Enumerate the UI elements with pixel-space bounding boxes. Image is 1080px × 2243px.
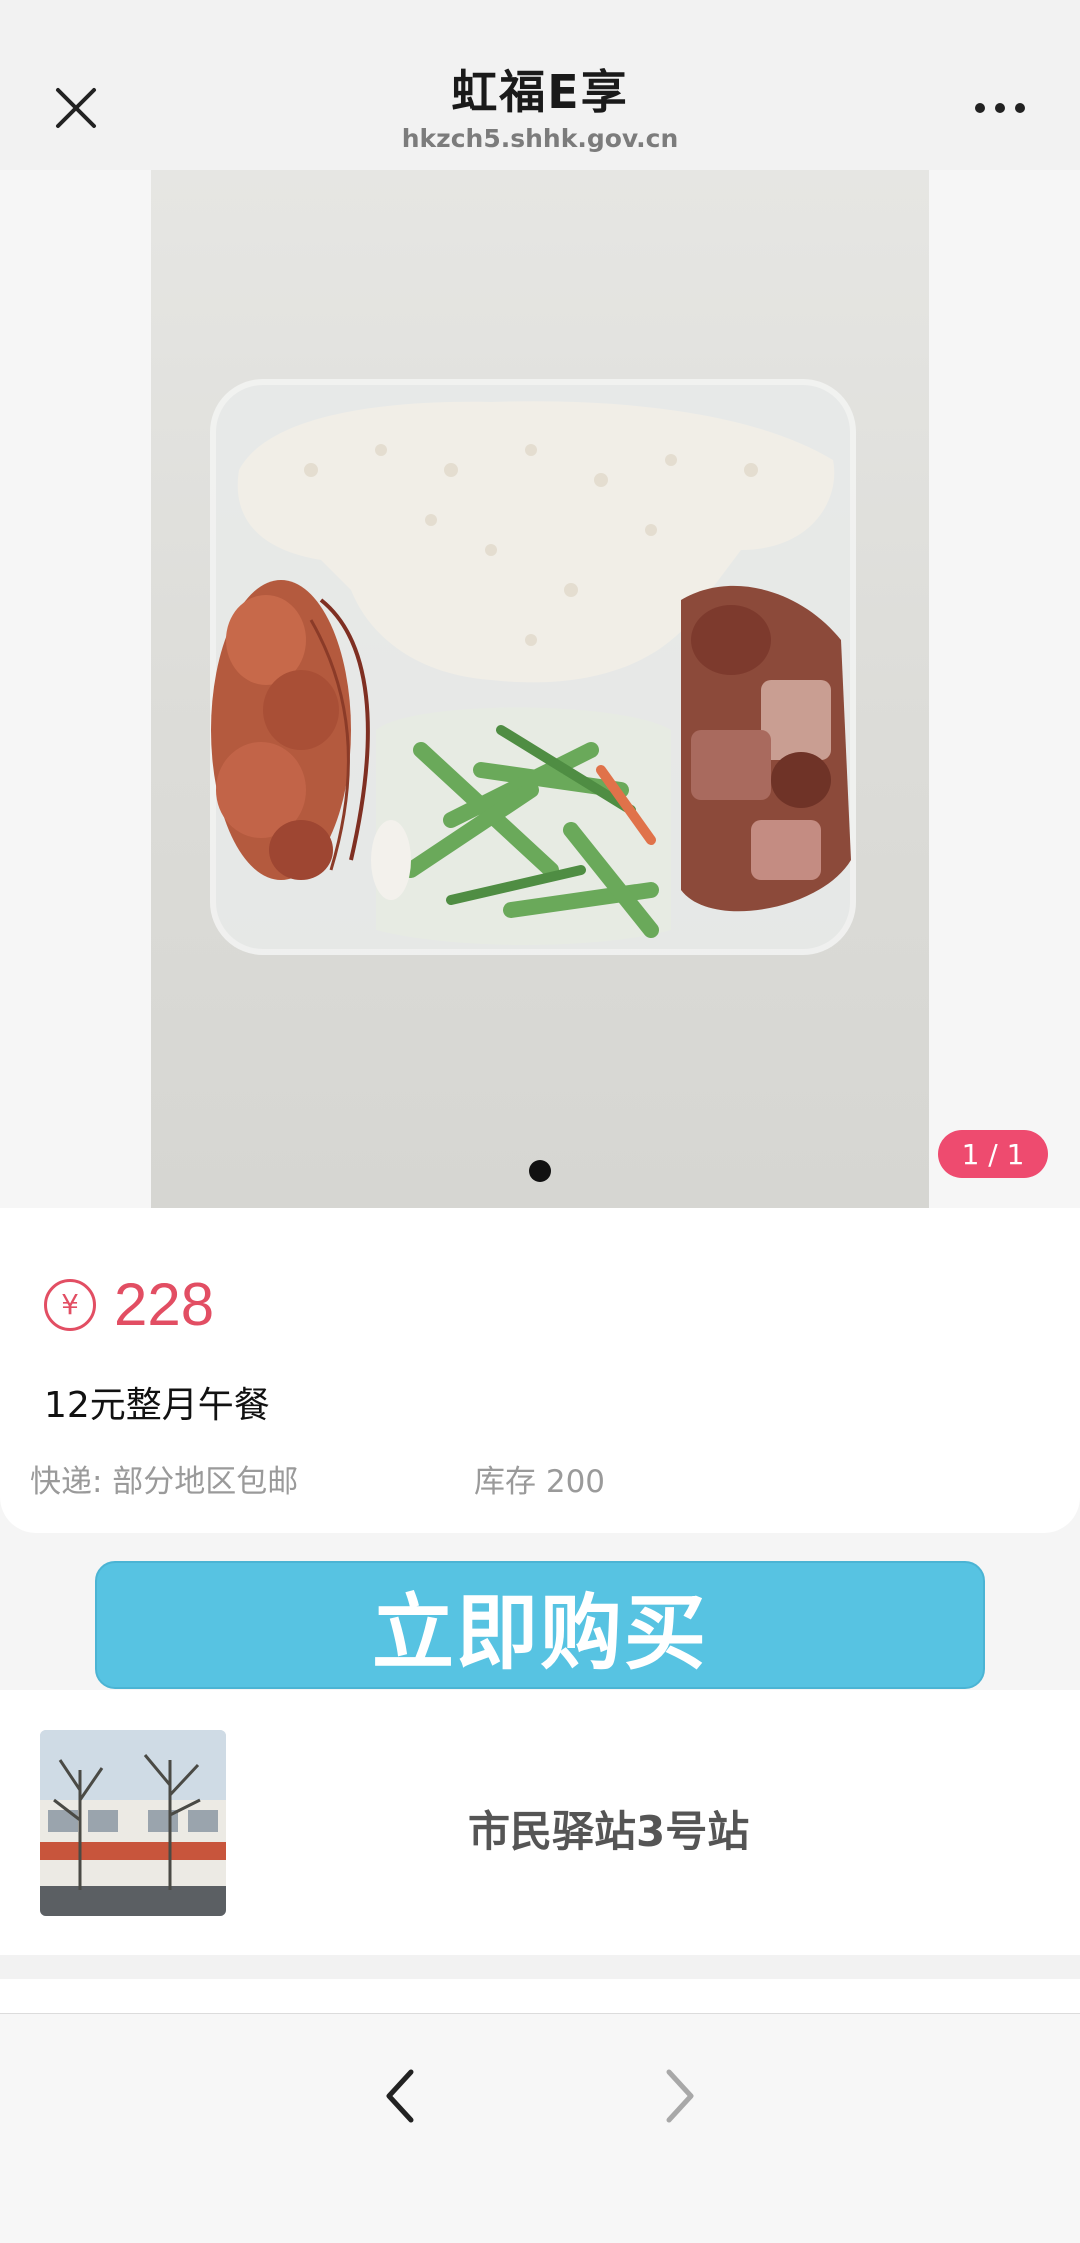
chevron-right-icon [666, 2069, 694, 2123]
product-price: 228 [114, 1271, 215, 1338]
stock-info: 库存 200 [474, 1464, 606, 1500]
section-divider [0, 1955, 1080, 1979]
store-illustration [40, 1730, 226, 1916]
store-name[interactable]: 市民驿站3号站 [468, 1798, 749, 1859]
yen-icon: ¥ [44, 1278, 96, 1331]
page-url: hkzch5.shhk.gov.cn [401, 124, 679, 153]
image-gallery[interactable]: 1 / 1 [0, 170, 1080, 1208]
back-button[interactable] [366, 2056, 436, 2136]
more-icon-dot [995, 103, 1005, 113]
product-image[interactable] [151, 170, 929, 1208]
product-info-card: ¥ 228 12元整月午餐 快递: 部分地区包邮 库存 200 [0, 1208, 1080, 1533]
shipping-info: 快递: 部分地区包邮 [30, 1464, 299, 1500]
page-title: 虹福E享 [451, 65, 629, 119]
store-section[interactable]: 市民驿站3号站 [0, 1690, 1080, 1955]
more-button[interactable] [960, 90, 1040, 126]
section-strip [0, 1979, 1080, 2013]
product-name: 12元整月午餐 [44, 1385, 270, 1426]
more-icon [975, 103, 985, 113]
boxed-lunch-illustration [210, 379, 856, 955]
more-icon-dot [1015, 103, 1025, 113]
browser-bottom-bar [0, 2013, 1080, 2243]
store-photo[interactable] [40, 1730, 226, 1916]
page: 虹福E享 hkzch5.shhk.gov.cn 1 / 1 ¥ 228 12元整… [0, 0, 1080, 2243]
price-row: ¥ 228 [44, 1270, 214, 1339]
image-counter: 1 / 1 [938, 1130, 1048, 1178]
buy-now-button[interactable]: 立即购买 [95, 1561, 985, 1689]
title-block: 虹福E享 hkzch5.shhk.gov.cn [0, 62, 1080, 156]
carousel-indicator[interactable] [529, 1160, 551, 1182]
forward-button[interactable] [644, 2056, 714, 2136]
top-bar: 虹福E享 hkzch5.shhk.gov.cn [0, 0, 1080, 170]
chevron-left-icon [386, 2069, 414, 2123]
